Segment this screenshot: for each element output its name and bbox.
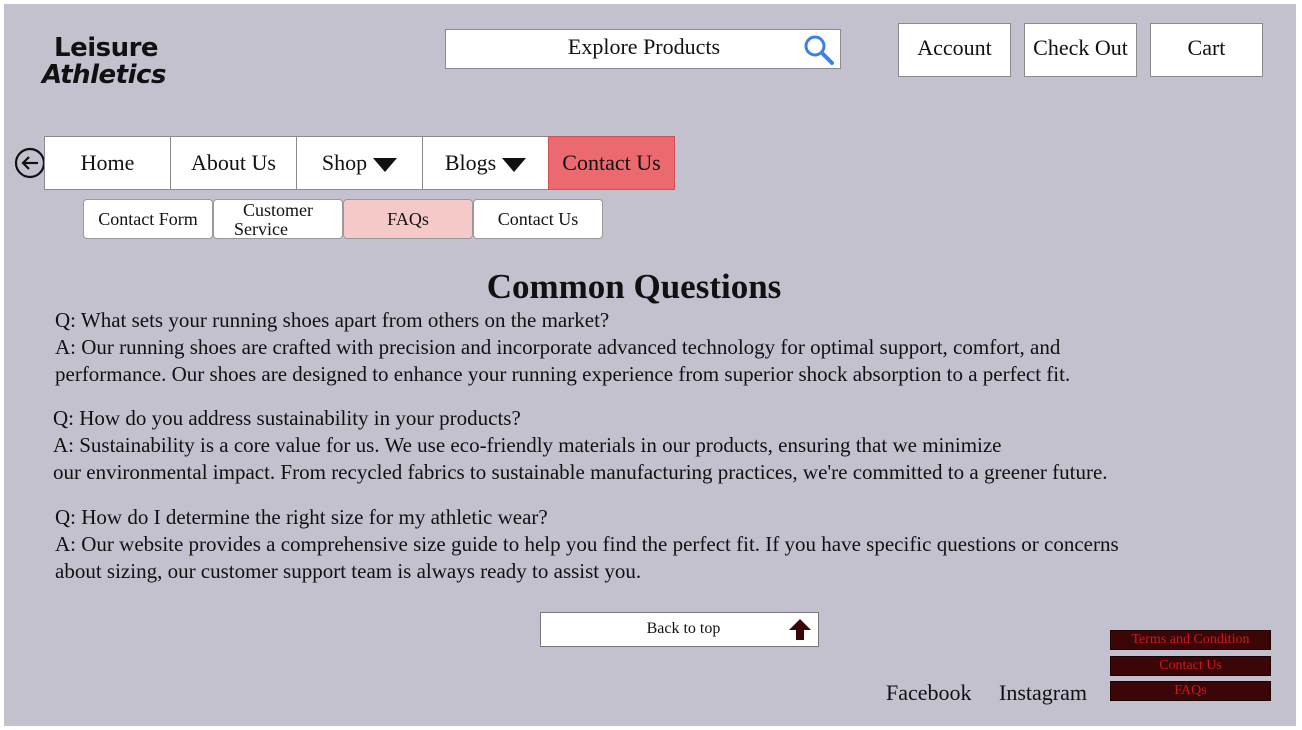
cart-button[interactable]: Cart <box>1150 23 1263 77</box>
account-button[interactable]: Account <box>898 23 1011 77</box>
dropdown-caret-icon[interactable] <box>373 157 398 172</box>
faq-answer-3-line-1: A: Our website provides a comprehensive … <box>55 532 1119 556</box>
faq-question-2: Q: How do you address sustainability in … <box>53 406 521 430</box>
subnav-customer-service-line1: Customer <box>243 200 313 220</box>
search-input[interactable]: Explore Products <box>446 30 842 64</box>
faq-answer-2-line-2: our environmental impact. From recycled … <box>53 460 1108 484</box>
subnav-customer-service-line2: Service <box>234 219 288 239</box>
footer-contact-us-link[interactable]: Contact Us <box>1110 656 1271 676</box>
search-icon[interactable] <box>802 33 836 67</box>
up-arrow-icon <box>789 619 811 640</box>
logo-line-1[interactable]: Leisure <box>54 34 159 62</box>
facebook-link[interactable]: Facebook <box>886 680 972 706</box>
faq-answer-2-line-1: A: Sustainability is a core value for us… <box>53 433 1002 457</box>
faq-question-1: Q: What sets your running shoes apart fr… <box>55 308 610 332</box>
page-frame: Leisure Athletics Explore Products Accou… <box>4 4 1296 726</box>
nav-contact-us-label: Contact Us <box>562 150 661 175</box>
nav-blogs-label: Blogs <box>444 150 497 175</box>
faq-answer-1-line-1: A: Our running shoes are crafted with pr… <box>55 335 1061 359</box>
nav-about-us-label: About Us <box>191 150 276 175</box>
footer-faqs-link[interactable]: FAQs <box>1110 681 1271 701</box>
footer-terms-link[interactable]: Terms and Condition <box>1110 630 1271 650</box>
subnav-faqs[interactable]: FAQs <box>343 199 473 239</box>
nav-shop-label: Shop <box>321 150 368 175</box>
subnav-customer-service[interactable]: Customer Service <box>213 199 343 239</box>
back-to-top-label: Back to top <box>646 620 721 637</box>
back-to-top-button[interactable]: Back to top <box>540 612 819 647</box>
instagram-link[interactable]: Instagram <box>999 680 1087 706</box>
faq-question-3: Q: How do I determine the right size for… <box>55 505 548 529</box>
nav-home[interactable]: Home <box>44 136 171 190</box>
subnav-contact-us[interactable]: Contact Us <box>473 199 603 239</box>
back-arrow-icon[interactable] <box>14 147 46 179</box>
faq-answer-1-line-2: performance. Our shoes are designed to e… <box>55 362 1071 386</box>
nav-shop[interactable]: Shop <box>296 136 423 190</box>
logo-line-2[interactable]: Athletics <box>42 61 166 89</box>
nav-blogs[interactable]: Blogs <box>422 136 549 190</box>
dropdown-caret-icon[interactable] <box>502 157 527 172</box>
subnav-contact-form[interactable]: Contact Form <box>83 199 213 239</box>
faq-answer-3-line-2: about sizing, our customer support team … <box>55 559 642 583</box>
search-bar[interactable]: Explore Products <box>445 29 841 69</box>
page-title: Common Questions <box>486 267 782 306</box>
nav-home-label: Home <box>80 150 135 175</box>
nav-about-us[interactable]: About Us <box>170 136 297 190</box>
nav-contact-us[interactable]: Contact Us <box>548 136 675 190</box>
checkout-button[interactable]: Check Out <box>1024 23 1137 77</box>
